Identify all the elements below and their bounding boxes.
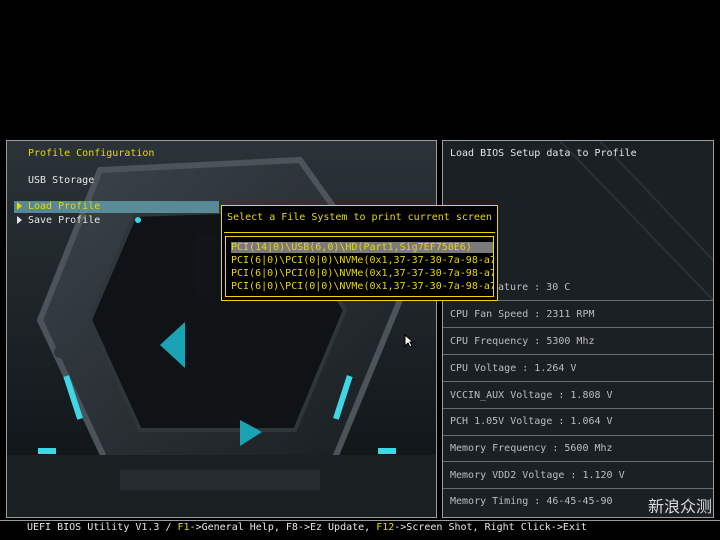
usb-storage-label: USB Storage: [28, 175, 95, 186]
monitor-memory-frequency: Memory Frequency : 5600 Mhz: [450, 443, 613, 454]
footer-screenshot-text: ->Screen Shot, Right Click->Exit: [394, 522, 587, 533]
watermark: 新浪众测: [647, 497, 712, 516]
file-system-list: PCI(14|0)\USB(6,0)\HD(Part1,Sig7EF758E6)…: [225, 236, 494, 297]
divider: [443, 381, 713, 382]
monitor-pch-voltage: PCH 1.05V Voltage : 1.064 V: [450, 416, 613, 427]
divider: [224, 232, 495, 233]
file-system-dialog: Select a File System to print current sc…: [221, 205, 498, 301]
monitor-temperature: rature : 30 C: [492, 282, 571, 293]
f12-key[interactable]: F12: [376, 522, 394, 533]
divider: [443, 354, 713, 355]
submenu-arrow-icon: [17, 202, 22, 210]
file-system-option[interactable]: PCI(14|0)\USB(6,0)\HD(Part1,Sig7EF758E6): [231, 242, 493, 253]
monitor-cpu-fan-speed: CPU Fan Speed : 2311 RPM: [450, 309, 595, 320]
monitor-cpu-voltage: CPU Voltage : 1.264 V: [450, 363, 577, 374]
mouse-cursor-icon: [404, 334, 414, 348]
monitor-memory-vdd2-voltage: Memory VDD2 Voltage : 1.120 V: [450, 470, 625, 481]
divider: [0, 520, 720, 521]
footer-help-text: ->General Help, F8->Ez Update,: [189, 522, 377, 533]
footer-help-bar: UEFI BIOS Utility V1.3 / F1->General Hel…: [27, 522, 587, 533]
footer-version: UEFI BIOS Utility V1.3 /: [27, 522, 178, 533]
page-title: Profile Configuration: [28, 148, 155, 159]
left-panel: [6, 140, 437, 518]
dialog-title: Select a File System to print current sc…: [227, 212, 492, 223]
file-system-option[interactable]: PCI(6|0)\PCI(0|0)\NVMe(0x1,37-37-30-7a-9…: [231, 268, 493, 279]
f1-key[interactable]: F1: [178, 522, 190, 533]
file-system-option[interactable]: PCI(6|0)\PCI(0|0)\NVMe(0x1,37-37-30-7a-9…: [231, 255, 493, 266]
help-text: Load BIOS Setup data to Profile: [450, 148, 637, 159]
monitor-vccin-aux-voltage: VCCIN_AUX Voltage : 1.808 V: [450, 390, 613, 401]
menu-item-load-profile[interactable]: Load Profile: [28, 201, 100, 212]
divider: [443, 461, 713, 462]
divider: [443, 488, 713, 489]
divider: [443, 435, 713, 436]
monitor-memory-timing: Memory Timing : 46-45-45-90: [450, 496, 613, 507]
submenu-arrow-icon: [17, 216, 22, 224]
monitor-cpu-frequency: CPU Frequency : 5300 Mhz: [450, 336, 595, 347]
divider: [443, 408, 713, 409]
divider: [443, 327, 713, 328]
file-system-option[interactable]: PCI(6|0)\PCI(0|0)\NVMe(0x1,37-37-30-7a-9…: [231, 281, 493, 292]
menu-item-save-profile[interactable]: Save Profile: [28, 215, 100, 226]
